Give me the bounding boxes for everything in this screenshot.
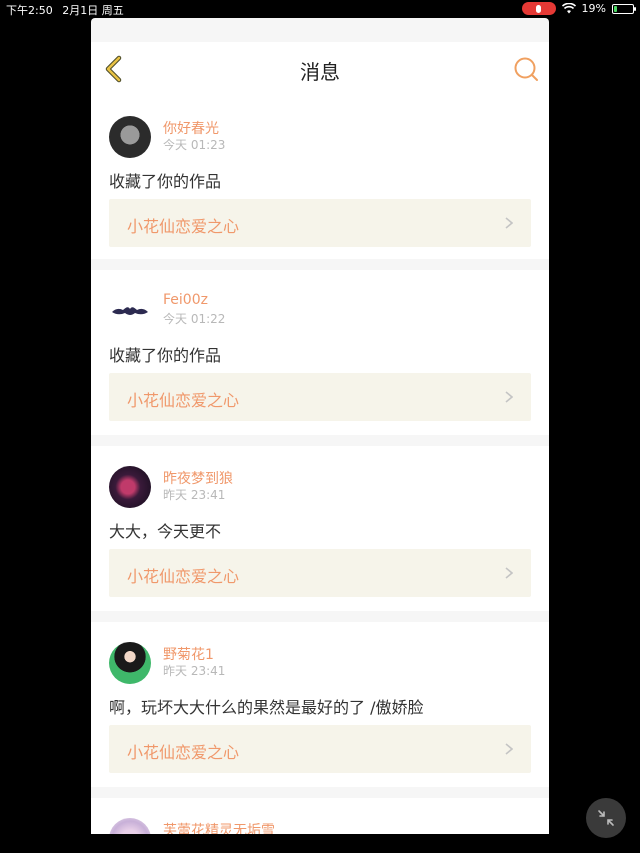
- message-text: 收藏了你的作品: [109, 346, 222, 365]
- work-link[interactable]: 小花仙恋爱之心: [109, 373, 531, 421]
- work-title: 小花仙恋爱之心: [127, 743, 240, 762]
- work-link[interactable]: 小花仙恋爱之心: [109, 199, 531, 247]
- message-card: 昨夜梦到狼 昨天 23:41 大大，今天更不 小花仙恋爱之心: [91, 446, 549, 611]
- work-link[interactable]: 小花仙恋爱之心: [109, 725, 531, 773]
- message-time: 昨天 23:41: [163, 488, 226, 502]
- message-time: 今天 01:22: [163, 312, 226, 326]
- work-link[interactable]: 小花仙恋爱之心: [109, 549, 531, 597]
- user-name[interactable]: 你好春光: [163, 118, 219, 138]
- message-time: 今天 01:23: [163, 138, 226, 152]
- chevron-right-icon: [505, 567, 513, 579]
- chevron-right-icon: [505, 743, 513, 755]
- wifi-icon: [561, 3, 576, 14]
- work-title: 小花仙恋爱之心: [127, 567, 240, 586]
- chevron-right-icon: [505, 217, 513, 229]
- work-title: 小花仙恋爱之心: [127, 391, 240, 410]
- status-time: 下午2:50: [6, 4, 53, 17]
- battery-icon: [612, 3, 636, 14]
- message-text: 啊，玩坏大大什么的果然是最好的了 /傲娇脸: [109, 698, 424, 717]
- minimize-button[interactable]: [586, 798, 626, 838]
- message-card: Fei00z 今天 01:22 收藏了你的作品 小花仙恋爱之心: [91, 270, 549, 435]
- message-text: 大大，今天更不: [109, 522, 222, 541]
- status-bar: 下午2:50 2月1日 周五 19%: [0, 0, 640, 18]
- avatar[interactable]: [109, 466, 151, 508]
- minimize-icon: [598, 810, 614, 826]
- message-list: 你好春光 今天 01:23 收藏了你的作品 小花仙恋爱之心 Fei00z 今天 …: [91, 96, 549, 834]
- message-card: 芙蕾花精灵无垢雪: [91, 798, 549, 834]
- search-icon[interactable]: [513, 56, 539, 82]
- avatar[interactable]: [109, 818, 151, 834]
- message-card: 野菊花1 昨天 23:41 啊，玩坏大大什么的果然是最好的了 /傲娇脸 小花仙恋…: [91, 622, 549, 787]
- messages-window: 消息 你好春光 今天 01:23 收藏了你的作品 小花仙恋爱之心 Fei00z …: [91, 18, 549, 834]
- status-date: 2月1日 周五: [62, 4, 124, 17]
- page-title: 消息: [300, 60, 340, 84]
- avatar[interactable]: [109, 290, 151, 332]
- microphone-recording-icon: [521, 2, 556, 15]
- avatar[interactable]: [109, 642, 151, 684]
- user-name[interactable]: 野菊花1: [163, 644, 214, 664]
- message-time: 昨天 23:41: [163, 664, 226, 678]
- avatar[interactable]: [109, 116, 151, 158]
- user-name[interactable]: 芙蕾花精灵无垢雪: [163, 820, 275, 834]
- navigation-bar: 消息: [91, 42, 549, 97]
- chevron-right-icon: [505, 391, 513, 403]
- user-name[interactable]: 昨夜梦到狼: [163, 468, 233, 488]
- message-card: 你好春光 今天 01:23 收藏了你的作品 小花仙恋爱之心: [91, 96, 549, 259]
- user-name[interactable]: Fei00z: [163, 292, 208, 308]
- message-text: 收藏了你的作品: [109, 172, 222, 191]
- work-title: 小花仙恋爱之心: [127, 217, 240, 236]
- battery-percent: 19%: [581, 2, 606, 15]
